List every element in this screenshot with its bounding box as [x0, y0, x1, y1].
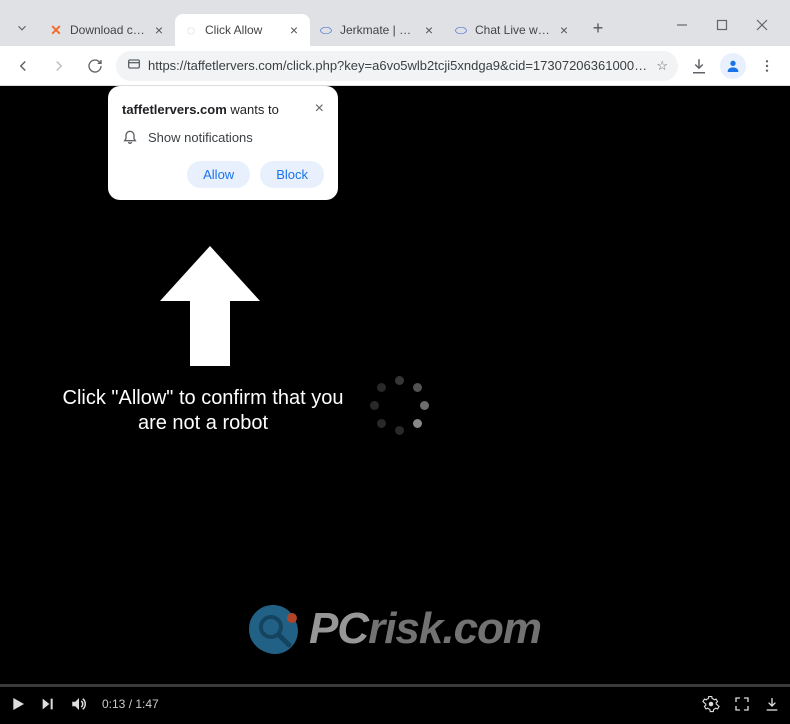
- page-content: taffetlervers.com wants to × Show notifi…: [0, 86, 790, 724]
- watermark-logo-icon: [249, 605, 297, 653]
- watermark-text: PCrisk.com: [309, 604, 541, 654]
- play-button[interactable]: [10, 696, 26, 712]
- page-instruction-text: Click "Allow" to confirm that you are no…: [58, 386, 348, 436]
- permission-title: taffetlervers.com wants to: [122, 102, 279, 117]
- favicon-icon: ⬭: [453, 22, 469, 38]
- permission-text: Show notifications: [148, 130, 253, 145]
- tab-close-icon[interactable]: ×: [286, 22, 302, 38]
- kebab-menu-button[interactable]: [752, 51, 782, 81]
- new-tab-button[interactable]: +: [584, 14, 612, 42]
- bell-icon: [122, 128, 138, 147]
- browser-toolbar: https://taffetlervers.com/click.php?key=…: [0, 46, 790, 86]
- window-titlebar: [0, 0, 790, 10]
- close-window-button[interactable]: [742, 10, 782, 40]
- video-time: 0:13 / 1:47: [102, 697, 159, 711]
- back-button[interactable]: [8, 51, 38, 81]
- tab-2-active[interactable]: ◌ Click Allow ×: [175, 14, 310, 46]
- tab-close-icon[interactable]: ×: [421, 22, 437, 38]
- favicon-icon: ⬭: [318, 22, 334, 38]
- notification-permission-popup: taffetlervers.com wants to × Show notifi…: [108, 86, 338, 200]
- tab-4[interactable]: ⬭ Chat Live with Hot … ×: [445, 14, 580, 46]
- window-controls: [662, 10, 782, 46]
- pcrisk-watermark: PCrisk.com: [249, 604, 541, 654]
- block-button[interactable]: Block: [260, 161, 324, 188]
- allow-button[interactable]: Allow: [187, 161, 250, 188]
- tab-3[interactable]: ⬭ Jerkmate | Never je… ×: [310, 14, 445, 46]
- profile-avatar[interactable]: [720, 53, 746, 79]
- favicon-icon: ✕: [48, 22, 64, 38]
- tab-search-button[interactable]: [8, 14, 36, 42]
- tab-label: Jerkmate | Never je…: [340, 23, 417, 37]
- next-button[interactable]: [40, 696, 56, 712]
- maximize-button[interactable]: [702, 10, 742, 40]
- tab-label: Click Allow: [205, 23, 282, 37]
- minimize-button[interactable]: [662, 10, 702, 40]
- bookmark-star-icon[interactable]: ☆: [656, 58, 668, 74]
- reload-button[interactable]: [80, 51, 110, 81]
- tab-label: Download clean To…: [70, 23, 147, 37]
- forward-button[interactable]: [44, 51, 74, 81]
- tab-label: Chat Live with Hot …: [475, 23, 552, 37]
- favicon-icon: ◌: [183, 22, 199, 38]
- fullscreen-button[interactable]: [734, 696, 750, 712]
- video-progress-bar[interactable]: [0, 684, 790, 687]
- up-arrow-graphic: [160, 246, 260, 371]
- volume-button[interactable]: [70, 695, 88, 713]
- video-control-bar: 0:13 / 1:47: [0, 684, 790, 724]
- loading-spinner: [370, 376, 430, 436]
- url-text: https://taffetlervers.com/click.php?key=…: [148, 58, 650, 73]
- tab-close-icon[interactable]: ×: [151, 22, 167, 38]
- settings-icon[interactable]: [702, 695, 720, 713]
- address-bar[interactable]: https://taffetlervers.com/click.php?key=…: [116, 51, 678, 81]
- tab-close-icon[interactable]: ×: [556, 22, 572, 38]
- site-info-icon[interactable]: [126, 56, 142, 75]
- downloads-button[interactable]: [684, 51, 714, 81]
- tab-1[interactable]: ✕ Download clean To… ×: [40, 14, 175, 46]
- download-video-button[interactable]: [764, 696, 780, 712]
- tab-strip: ✕ Download clean To… × ◌ Click Allow × ⬭…: [0, 10, 790, 46]
- permission-close-icon[interactable]: ×: [315, 100, 324, 118]
